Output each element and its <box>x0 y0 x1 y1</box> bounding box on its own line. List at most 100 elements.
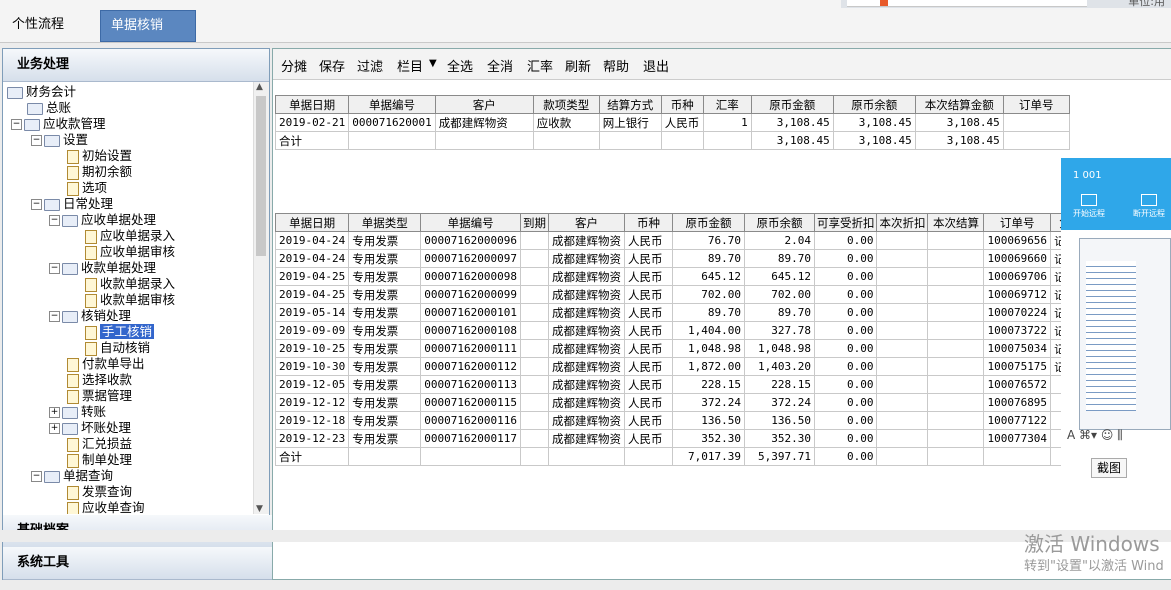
table-cell[interactable]: 352.30 <box>743 429 815 448</box>
column-header[interactable]: 原币余额 <box>832 95 916 114</box>
table-cell[interactable]: 3,108.45 <box>914 113 1004 132</box>
table-cell[interactable]: 人民币 <box>623 411 673 430</box>
table-cell[interactable]: 2019-12-12 <box>274 393 350 412</box>
tree-node-financial-accounting[interactable]: 财务会计 <box>7 84 76 100</box>
table-cell[interactable]: 100077122 <box>983 411 1052 430</box>
column-header[interactable]: 客户 <box>434 95 534 114</box>
table-cell[interactable]: 人民币 <box>623 375 673 394</box>
column-header[interactable]: 单据日期 <box>274 95 350 114</box>
table-cell[interactable]: 100075034 <box>983 339 1052 358</box>
table-cell[interactable]: 专用发票 <box>348 231 422 250</box>
table-cell[interactable]: 100077304 <box>983 429 1052 448</box>
table-cell[interactable]: 76.70 <box>671 231 745 250</box>
section-system-tools[interactable]: 系统工具 <box>3 547 283 580</box>
table-cell[interactable]: 2019-12-23 <box>274 429 350 448</box>
table-row[interactable]: 2019-12-12 专用发票 00007162000115 成都建辉物资 人民币 372… <box>274 393 1104 412</box>
section-business-processing[interactable]: 业务处理 <box>3 49 269 82</box>
table-cell[interactable]: 89.70 <box>671 303 745 322</box>
table-cell[interactable]: 00007162000113 <box>420 375 521 394</box>
tree-node-manual-writeoff[interactable]: 手工核销 <box>85 324 155 340</box>
table-cell[interactable]: 136.50 <box>743 411 815 430</box>
column-header[interactable]: 币种 <box>623 213 673 232</box>
table-cell[interactable]: 2019-04-24 <box>274 249 350 268</box>
table-cell[interactable]: 人民币 <box>623 231 673 250</box>
column-header[interactable]: 单据日期 <box>274 213 350 232</box>
table-cell[interactable]: 成都建辉物资 <box>547 393 625 412</box>
table-cell[interactable] <box>519 411 549 430</box>
collapse-icon[interactable]: − <box>31 471 42 482</box>
start-remote-button[interactable]: 开始远程 <box>1073 194 1105 219</box>
table-row[interactable]: 2019-04-25 专用发票 00007162000099 成都建辉物资 人民币 702… <box>274 285 1104 304</box>
table-cell[interactable]: 0.00 <box>813 321 878 340</box>
table-cell[interactable] <box>876 429 929 448</box>
table-cell[interactable]: 成都建辉物资 <box>547 267 625 286</box>
table-cell[interactable] <box>876 285 929 304</box>
table-cell[interactable]: 136.50 <box>671 411 745 430</box>
columns-button[interactable]: 栏目 <box>397 56 423 75</box>
table-cell[interactable] <box>927 267 985 286</box>
table-cell[interactable] <box>519 231 549 250</box>
table-cell[interactable]: 人民币 <box>623 249 673 268</box>
table-cell[interactable]: 89.70 <box>743 303 815 322</box>
table-cell[interactable]: 702.00 <box>743 285 815 304</box>
table-cell[interactable]: 372.24 <box>743 393 815 412</box>
column-header[interactable]: 结算方式 <box>598 95 662 114</box>
exit-button[interactable]: 退出 <box>643 56 669 75</box>
table-cell[interactable] <box>927 285 985 304</box>
tree-node-select-collection[interactable]: 选择收款 <box>67 372 132 388</box>
table-cell[interactable]: 2019-05-14 <box>274 303 350 322</box>
table-cell[interactable]: 1,403.20 <box>743 357 815 376</box>
table-cell[interactable]: 0.00 <box>813 339 878 358</box>
table-cell[interactable] <box>927 249 985 268</box>
column-header[interactable]: 订单号 <box>983 213 1052 232</box>
tree-node-collection-audit[interactable]: 收款单据审核 <box>85 292 175 308</box>
column-header[interactable]: 客户 <box>547 213 625 232</box>
table-cell[interactable]: 0.00 <box>813 357 878 376</box>
table-cell[interactable]: 100073722 <box>983 321 1052 340</box>
table-row[interactable]: 2019-10-30 专用发票 00007162000112 成都建辉物资 人民币 1,8… <box>274 357 1104 376</box>
table-cell[interactable]: 0.00 <box>813 393 878 412</box>
table-cell[interactable]: 2019-10-30 <box>274 357 350 376</box>
column-header[interactable]: 原币金额 <box>750 95 834 114</box>
table-cell[interactable]: 00007162000097 <box>420 249 521 268</box>
table-cell[interactable]: 00007162000117 <box>420 429 521 448</box>
table-cell[interactable] <box>876 267 929 286</box>
table-cell[interactable] <box>876 339 929 358</box>
table-cell[interactable]: 372.24 <box>671 393 745 412</box>
table-cell[interactable]: 专用发票 <box>348 267 422 286</box>
tree-node-receivable-docs[interactable]: − 应收单据处理 <box>49 212 156 228</box>
table-cell[interactable]: 3,108.45 <box>750 113 834 132</box>
collapse-icon[interactable]: − <box>49 263 60 274</box>
column-header[interactable]: 单据编号 <box>420 213 521 232</box>
table-row[interactable]: 2019-04-24 专用发票 00007162000096 成都建辉物资 人民币 76.… <box>274 231 1104 250</box>
table-cell[interactable]: 000071620001 <box>348 113 436 132</box>
table-cell[interactable]: 专用发票 <box>348 429 422 448</box>
table-cell[interactable]: 成都建辉物资 <box>547 231 625 250</box>
table-cell[interactable] <box>927 393 985 412</box>
table-cell[interactable] <box>876 321 929 340</box>
table-cell[interactable] <box>519 357 549 376</box>
table-cell[interactable] <box>927 411 985 430</box>
collapse-icon[interactable]: − <box>31 199 42 210</box>
column-header[interactable]: 单据编号 <box>348 95 436 114</box>
tree-node-collection-entry[interactable]: 收款单据录入 <box>85 276 175 292</box>
filter-button[interactable]: 过滤 <box>357 56 383 75</box>
table-row[interactable]: 2019-12-05 专用发票 00007162000113 成都建辉物资 人民币 228… <box>274 375 1104 394</box>
tree-node-general-ledger[interactable]: 总账 <box>27 100 71 116</box>
table-cell[interactable]: 专用发票 <box>348 321 422 340</box>
table-row[interactable]: 2019-04-24 专用发票 00007162000097 成都建辉物资 人民币 89.… <box>274 249 1104 268</box>
table-cell[interactable]: 1,872.00 <box>671 357 745 376</box>
table-cell[interactable] <box>519 249 549 268</box>
table-cell[interactable] <box>519 303 549 322</box>
allocate-button[interactable]: 分摊 <box>281 56 307 75</box>
scroll-down-icon[interactable]: ▼ <box>256 504 263 514</box>
table-cell[interactable]: 00007162000112 <box>420 357 521 376</box>
table-cell[interactable] <box>519 285 549 304</box>
table-cell[interactable] <box>519 429 549 448</box>
table-row[interactable]: 2019-09-09 专用发票 00007162000108 成都建辉物资 人民币 1,4… <box>274 321 1104 340</box>
table-cell[interactable]: 专用发票 <box>348 411 422 430</box>
table-cell[interactable] <box>876 231 929 250</box>
scrollbar-thumb[interactable] <box>256 96 266 256</box>
table-cell[interactable] <box>519 321 549 340</box>
table-cell[interactable] <box>1002 113 1070 132</box>
